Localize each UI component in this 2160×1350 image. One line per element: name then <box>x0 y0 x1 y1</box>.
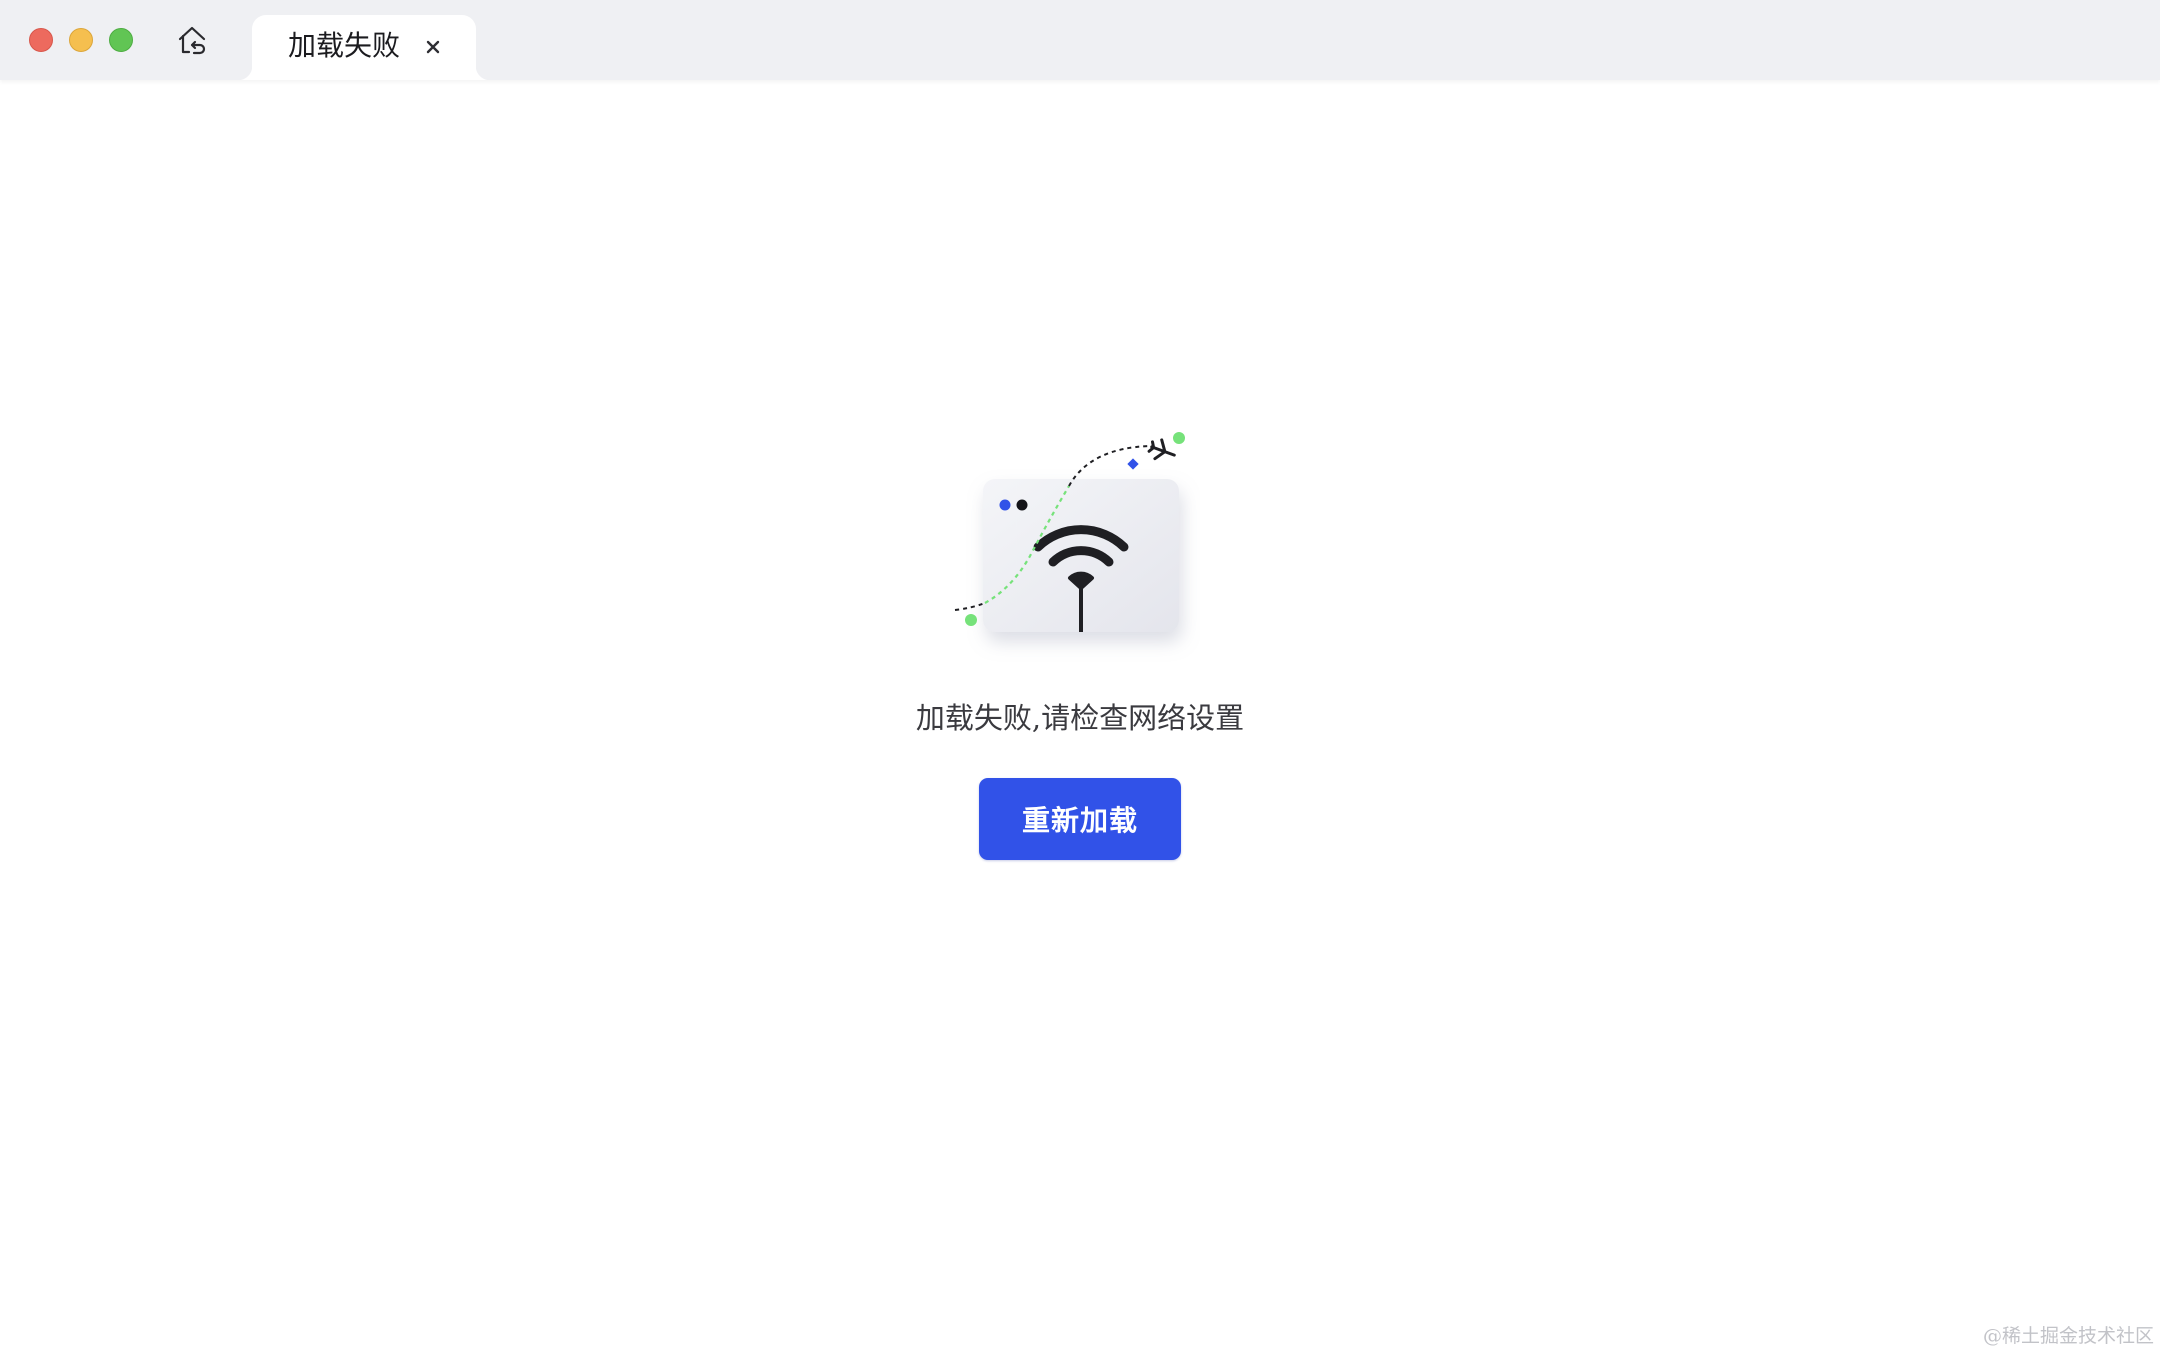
reload-button[interactable]: 重新加载 <box>979 778 1181 860</box>
home-back-icon <box>178 26 206 55</box>
wifi-error-illustration <box>954 432 1185 632</box>
tab-close-button[interactable] <box>418 32 448 62</box>
home-back-button[interactable] <box>172 20 212 60</box>
tab-title: 加载失败 <box>288 29 401 62</box>
error-message: 加载失败,请检查网络设置 <box>915 701 1245 735</box>
title-bar: 加载失败 <box>0 0 2160 80</box>
browser-window: 加载失败 加载失败,请检查网络设置 重新加载 @稀土掘金技术社区 <box>0 0 2160 1350</box>
watermark: @稀土掘金技术社区 <box>1982 1325 2154 1347</box>
window-close-button[interactable] <box>29 28 53 52</box>
window-minimize-button[interactable] <box>69 28 93 52</box>
tab-active[interactable]: 加载失败 <box>238 15 490 80</box>
window-maximize-button[interactable] <box>109 28 133 52</box>
close-icon <box>426 40 440 54</box>
